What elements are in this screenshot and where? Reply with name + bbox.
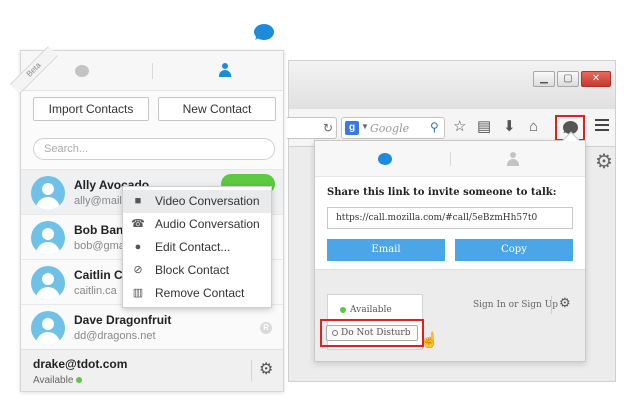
hand-cursor-icon: ☝	[420, 331, 439, 349]
user-status[interactable]: Available	[33, 375, 83, 386]
person-icon[interactable]	[507, 152, 519, 166]
contact-email: dd@dragons.net	[74, 330, 156, 342]
reading-list-icon[interactable]: ▤	[477, 118, 491, 136]
google-icon[interactable]: g	[345, 121, 359, 135]
contact-source-icon: R	[260, 322, 272, 334]
panel-tabs	[315, 141, 585, 177]
search-icon[interactable]: ⚲	[430, 120, 439, 134]
email-button[interactable]: Email	[327, 239, 445, 261]
contact-name: Dave Dragonfruit	[74, 313, 172, 327]
avatar	[31, 311, 65, 345]
status-available-option[interactable]: Available	[340, 305, 392, 315]
contact-row[interactable]: Dave Dragonfruit dd@dragons.net R	[21, 305, 283, 350]
bookmark-star-icon[interactable]: ☆	[453, 118, 466, 136]
gear-icon[interactable]: ⚙	[559, 296, 571, 311]
search-input[interactable]: Search...	[33, 138, 275, 160]
import-contacts-button[interactable]: Import Contacts	[33, 97, 149, 121]
hello-bubble-icon[interactable]	[254, 24, 276, 44]
status-label: Available	[33, 375, 74, 386]
gear-icon[interactable]: ⚙	[595, 149, 613, 174]
person-icon[interactable]	[219, 63, 231, 77]
tab-divider	[152, 63, 153, 79]
chat-bubble-icon[interactable]	[378, 153, 392, 165]
title-bar: ▁ ▢ ✕	[289, 61, 615, 109]
video-camera-icon: ■	[134, 195, 142, 207]
search-bar[interactable]: g ▼ Google ⚲	[341, 117, 445, 139]
menu-item-label: Audio Conversation	[155, 217, 260, 231]
do-not-disturb-option[interactable]: Do Not Disturb	[326, 325, 418, 341]
panel-tabs	[21, 51, 283, 91]
home-icon[interactable]: ⌂	[529, 118, 538, 136]
search-placeholder: Google	[370, 122, 410, 135]
footer-divider	[251, 360, 252, 382]
new-contact-button[interactable]: New Contact	[158, 97, 276, 121]
menu-item-remove-contact[interactable]: ▥ Remove Contact	[123, 282, 271, 305]
maximize-icon[interactable]: ▢	[557, 71, 579, 87]
menu-item-edit-contact[interactable]: ● Edit Contact...	[123, 236, 271, 259]
hamburger-menu-icon[interactable]	[595, 119, 609, 134]
avatar	[31, 221, 65, 255]
status-menu: Available Do Not Disturb ☝	[320, 294, 439, 350]
share-title: Share this link to invite someone to tal…	[327, 187, 557, 198]
tab-divider	[450, 152, 451, 166]
download-icon[interactable]: ⬇	[503, 118, 516, 136]
menu-item-block-contact[interactable]: ⊘ Block Contact	[123, 259, 271, 282]
chevron-down-icon[interactable]: ▼	[361, 122, 369, 131]
url-bar[interactable]: ↻	[287, 117, 337, 139]
share-panel: Share this link to invite someone to tal…	[314, 131, 586, 362]
panel-footer: drake@tdot.com Available ⚙	[21, 349, 283, 391]
menu-item-label: Edit Contact...	[155, 240, 231, 254]
status-dot-icon	[332, 329, 338, 336]
reload-icon[interactable]: ↻	[323, 121, 333, 135]
menu-item-video-conversation[interactable]: ■ Video Conversation	[123, 190, 271, 213]
copy-button[interactable]: Copy	[455, 239, 573, 261]
menu-item-label: Remove Contact	[155, 286, 245, 300]
close-icon[interactable]: ✕	[581, 71, 611, 87]
sign-in-link[interactable]: Sign In or Sign Up	[473, 300, 558, 310]
panel-footer: Available Do Not Disturb ☝ Sign In or Si…	[315, 269, 585, 361]
footer-divider	[551, 296, 552, 314]
chat-bubble-icon[interactable]	[75, 65, 89, 77]
user-email: drake@tdot.com	[33, 357, 128, 371]
trash-icon: ▥	[132, 287, 144, 299]
highlight-frame: Do Not Disturb	[320, 319, 424, 347]
menu-item-label: Video Conversation	[155, 194, 260, 208]
minimize-icon[interactable]: ▁	[533, 71, 555, 87]
menu-item-audio-conversation[interactable]: ☎ Audio Conversation	[123, 213, 271, 236]
status-dot-icon	[340, 306, 346, 313]
status-label: Do Not Disturb	[341, 328, 411, 338]
contact-context-menu: ■ Video Conversation ☎ Audio Conversatio…	[122, 186, 272, 308]
status-label: Available	[350, 305, 392, 315]
avatar	[31, 176, 65, 210]
block-icon: ⊘	[133, 264, 143, 276]
avatar	[31, 266, 65, 300]
person-edit-icon: ●	[134, 241, 142, 253]
contact-email: bob@gmai	[74, 240, 128, 252]
gear-icon[interactable]: ⚙	[259, 361, 273, 379]
phone-icon: ☎	[131, 218, 145, 230]
menu-item-label: Block Contact	[155, 263, 230, 277]
contact-email: caitlin.ca	[74, 285, 117, 297]
share-link-field[interactable]: https://call.mozilla.com/#call/5eBzmHh57…	[327, 207, 573, 229]
status-dot-icon	[76, 377, 83, 384]
